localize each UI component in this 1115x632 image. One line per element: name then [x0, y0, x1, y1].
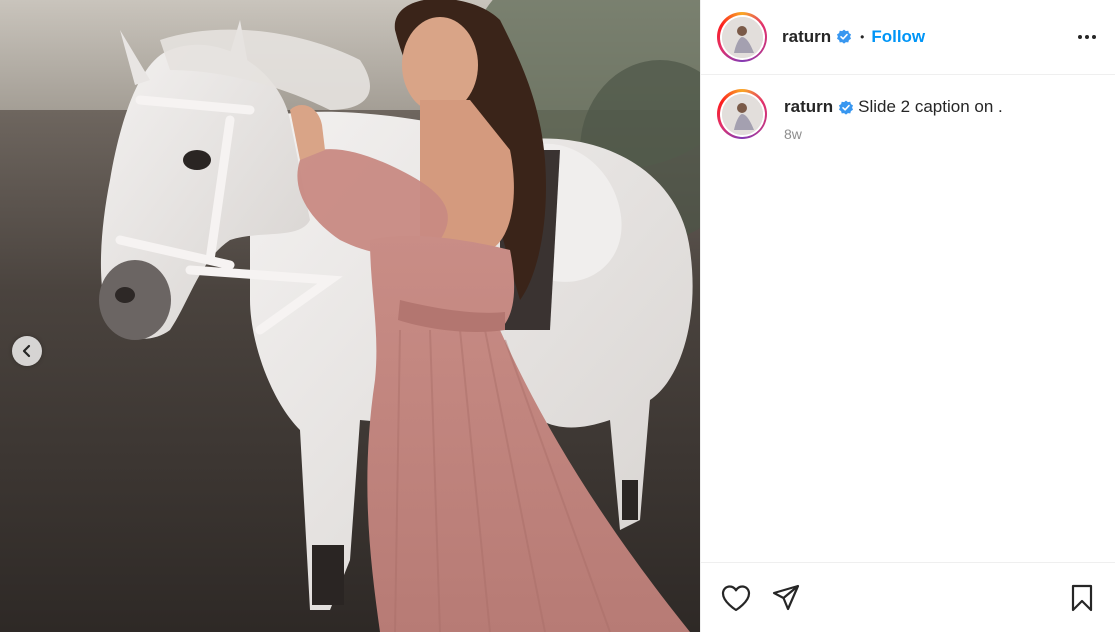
action-bar	[701, 562, 1115, 632]
paper-plane-icon	[772, 584, 800, 610]
caption-username[interactable]: raturn	[784, 97, 833, 116]
separator-dot: •	[860, 30, 865, 44]
save-button[interactable]	[1065, 581, 1099, 615]
header-username[interactable]: raturn	[782, 27, 831, 47]
share-button[interactable]	[769, 581, 803, 615]
bookmark-icon	[1071, 584, 1093, 611]
caption-line: raturn Slide 2 caption on .	[784, 97, 1003, 117]
post-media	[0, 0, 700, 632]
caption-avatar[interactable]	[717, 89, 767, 139]
post-header: raturn • Follow	[701, 0, 1115, 75]
more-options-icon	[1078, 35, 1096, 39]
like-button[interactable]	[719, 581, 753, 615]
heart-icon	[721, 584, 751, 611]
verified-badge-icon	[836, 29, 852, 45]
post-timestamp[interactable]: 8w	[784, 126, 1003, 142]
post-side-panel: raturn • Follow raturn Slide 2 caption o…	[700, 0, 1115, 632]
caption-text: Slide 2 caption on .	[858, 97, 1003, 116]
caption-avatar-inner-ring	[719, 91, 765, 137]
comments-area: raturn Slide 2 caption on . 8w	[701, 75, 1115, 562]
verified-badge-icon	[838, 100, 854, 116]
avatar-photo	[721, 93, 763, 135]
caption-body: raturn Slide 2 caption on . 8w	[784, 89, 1003, 142]
post-dialog: raturn • Follow raturn Slide 2 caption o…	[0, 0, 1115, 632]
caption-avatar-image	[721, 93, 763, 135]
chevron-left-icon	[22, 344, 31, 358]
avatar-image	[721, 16, 763, 58]
follow-button[interactable]: Follow	[871, 27, 925, 47]
avatar-photo	[721, 16, 763, 58]
carousel-prev-button[interactable]	[12, 336, 42, 366]
avatar-inner-ring	[719, 14, 765, 60]
avatar[interactable]	[717, 12, 767, 62]
post-photo	[0, 0, 700, 632]
more-options-button[interactable]	[1073, 23, 1101, 51]
caption-row: raturn Slide 2 caption on . 8w	[717, 89, 1099, 142]
